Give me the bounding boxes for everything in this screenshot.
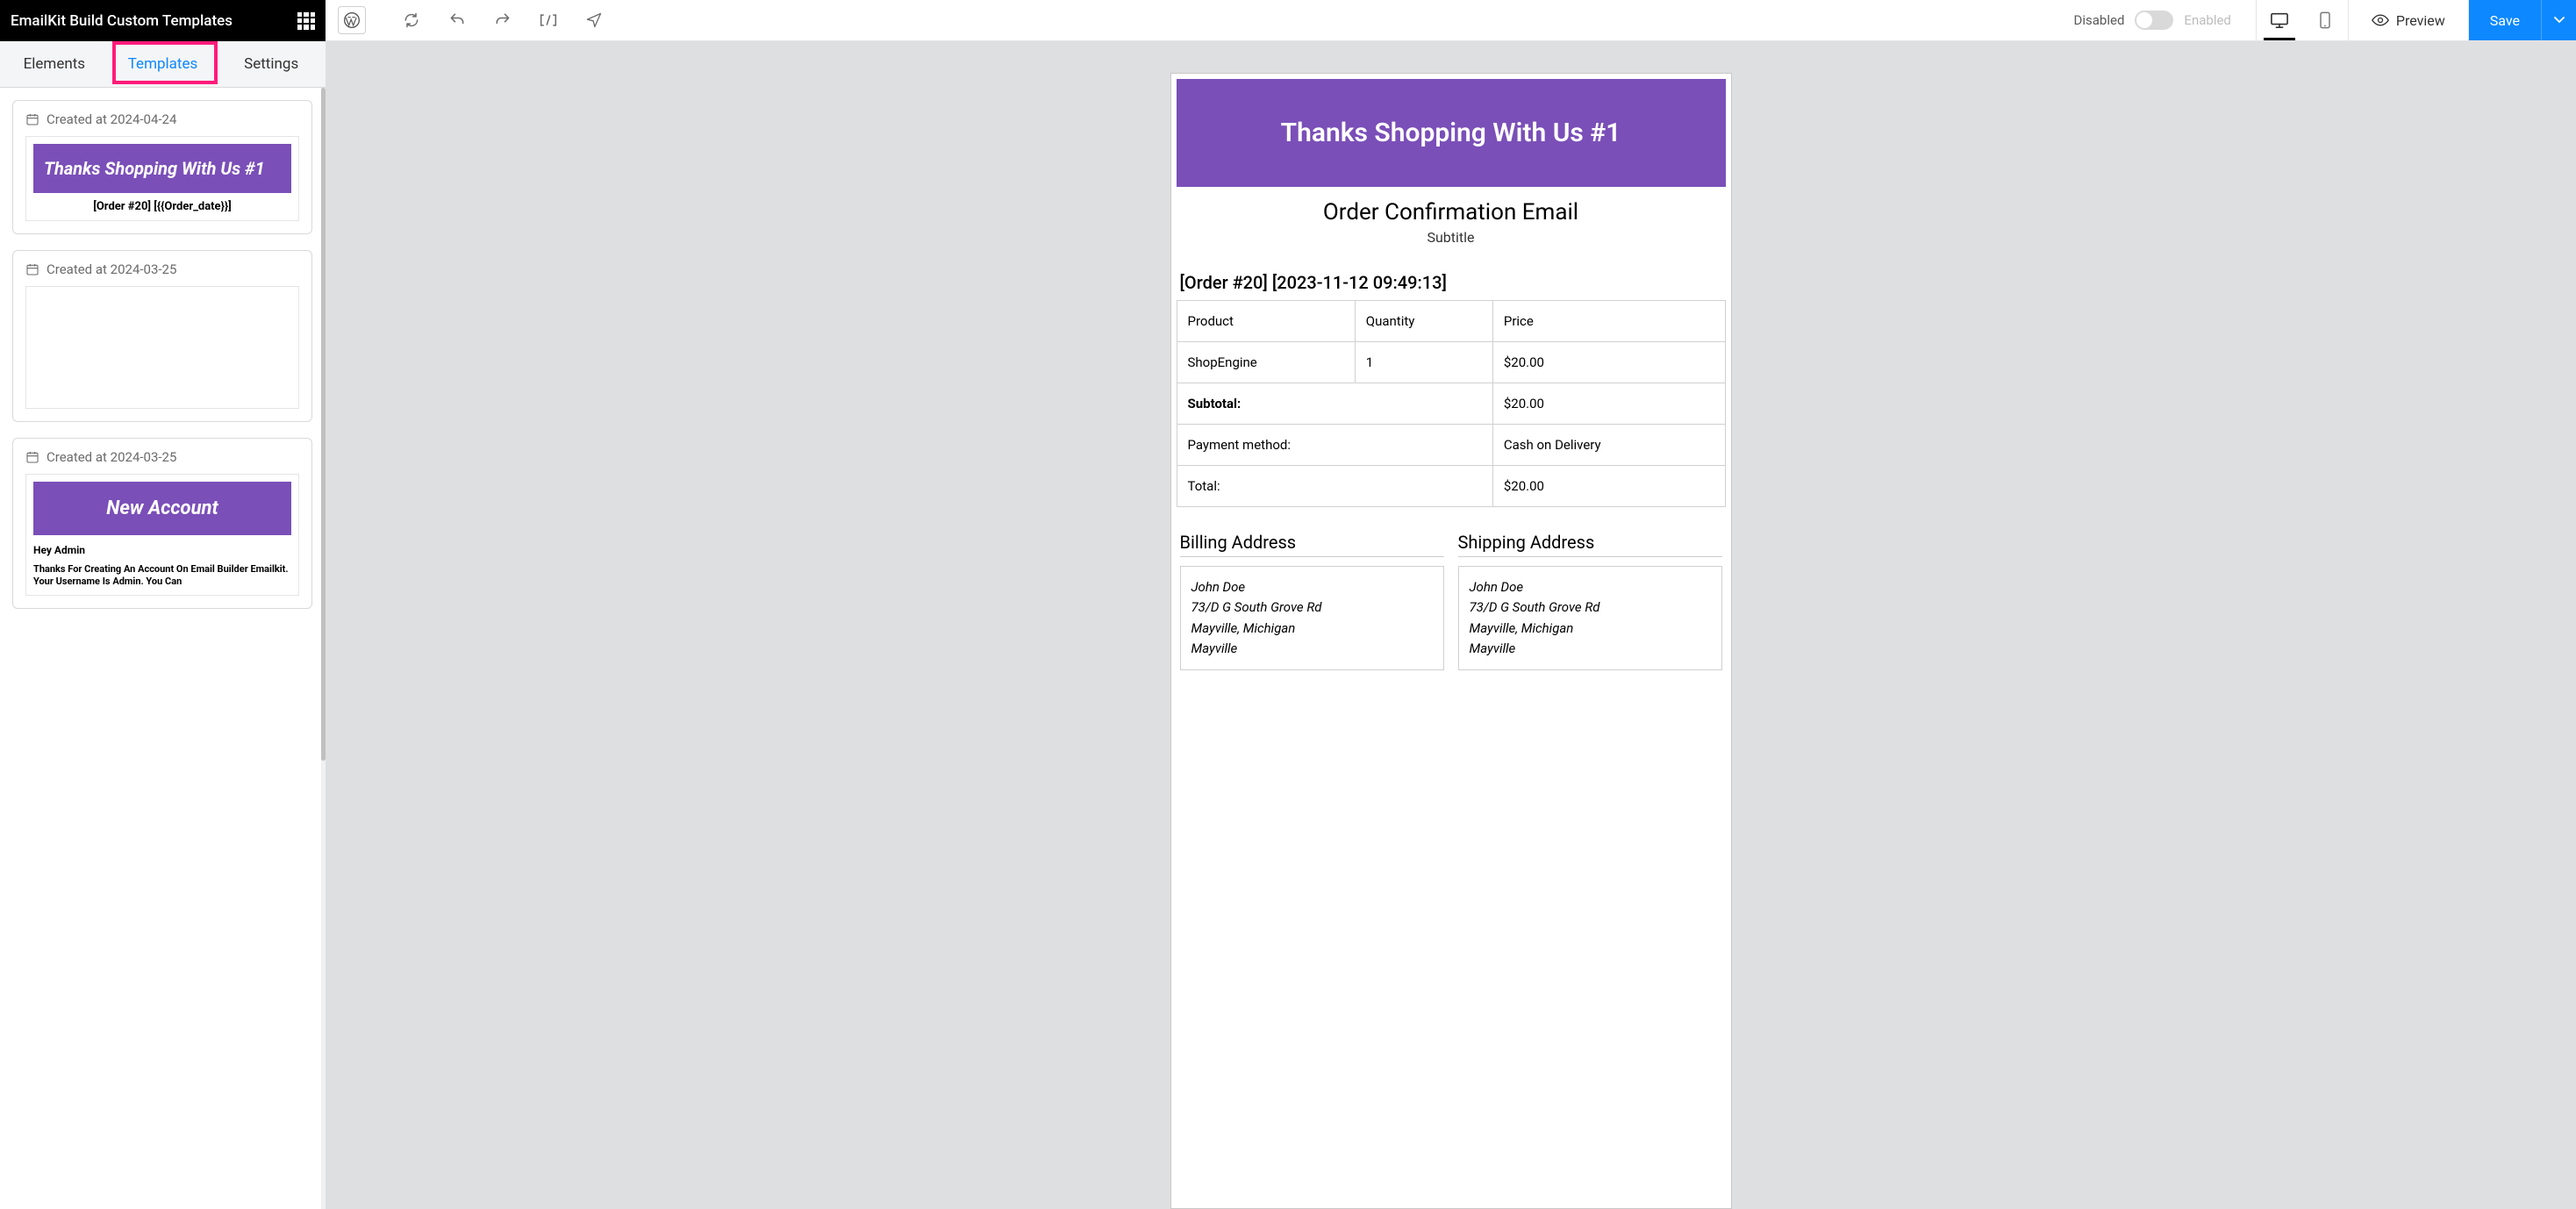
redo-icon xyxy=(494,11,512,29)
template-thumbnail: Thanks Shopping With Us #1 [Order #20] [… xyxy=(25,136,299,221)
email-hero-title: Thanks Shopping With Us #1 xyxy=(1185,118,1717,148)
table-row: ShopEngine 1 $20.00 xyxy=(1177,342,1725,383)
table-row: Total: $20.00 xyxy=(1177,466,1725,507)
desktop-icon xyxy=(2270,11,2289,29)
email-preview[interactable]: Thanks Shopping With Us #1 Order Confirm… xyxy=(1170,73,1732,1209)
table-row: Product Quantity Price xyxy=(1177,301,1725,342)
canvas[interactable]: Thanks Shopping With Us #1 Order Confirm… xyxy=(326,41,2576,1209)
toggle-disabled-label: Disabled xyxy=(2074,12,2125,28)
mobile-icon xyxy=(2319,11,2331,29)
toggle-enabled-label: Enabled xyxy=(2184,12,2230,28)
thumb-hero: Thanks Shopping With Us #1 xyxy=(33,144,291,193)
calendar-icon xyxy=(25,112,39,126)
col-quantity: Quantity xyxy=(1355,301,1492,342)
wordpress-icon xyxy=(343,11,361,29)
template-thumbnail xyxy=(25,286,299,409)
chevron-down-icon xyxy=(2554,17,2565,24)
undo-icon xyxy=(448,11,466,29)
undo-button[interactable] xyxy=(447,10,468,31)
cell-subtotal-val: $20.00 xyxy=(1492,383,1725,425)
redo-button[interactable] xyxy=(492,10,513,31)
tab-settings[interactable]: Settings xyxy=(217,41,326,87)
save-button[interactable]: Save xyxy=(2469,0,2541,40)
email-subtitle: Subtitle xyxy=(1177,229,1726,246)
cell-total-label: Total: xyxy=(1177,466,1492,507)
cell-payment-val: Cash on Delivery xyxy=(1492,425,1725,466)
tab-elements[interactable]: Elements xyxy=(0,41,109,87)
save-dropdown-button[interactable] xyxy=(2541,0,2576,40)
thumb-body: Hey Admin Thanks For Creating An Account… xyxy=(33,544,291,588)
thumb-hero: New Account xyxy=(33,482,291,535)
order-line: [Order #20] [2023-11-12 09:49:13] xyxy=(1177,272,1726,293)
shortcode-icon xyxy=(538,11,559,29)
thumb-sub: [Order #20] [{{Order_date}}] xyxy=(33,200,291,213)
billing-address: John Doe 73/D G South Grove Rd Mayville,… xyxy=(1180,566,1444,670)
mobile-view-button[interactable] xyxy=(2302,0,2348,40)
wordpress-button[interactable] xyxy=(338,6,366,34)
brand-bar: EmailKit Build Custom Templates xyxy=(0,0,326,41)
template-meta: Created at 2024-04-24 xyxy=(47,111,176,127)
refresh-button[interactable] xyxy=(401,10,422,31)
refresh-icon xyxy=(403,11,420,29)
billing-title: Billing Address xyxy=(1180,532,1444,557)
desktop-view-button[interactable] xyxy=(2257,0,2302,40)
top-toolbar: Disabled Enabled Preview Save xyxy=(326,0,2576,41)
cell-product: ShopEngine xyxy=(1177,342,1355,383)
template-card[interactable]: Created at 2024-03-25 New Account Hey Ad… xyxy=(12,438,312,609)
table-row: Payment method: Cash on Delivery xyxy=(1177,425,1725,466)
cell-qty: 1 xyxy=(1355,342,1492,383)
shipping-title: Shipping Address xyxy=(1458,532,1722,557)
billing-column: Billing Address John Doe 73/D G South Gr… xyxy=(1180,532,1444,670)
enable-toggle[interactable] xyxy=(2135,11,2173,30)
tab-templates[interactable]: Templates xyxy=(109,41,218,87)
preview-label: Preview xyxy=(2396,12,2445,29)
eye-icon xyxy=(2372,14,2389,26)
template-meta: Created at 2024-03-25 xyxy=(47,449,176,465)
col-price: Price xyxy=(1492,301,1725,342)
toolbar-icons xyxy=(401,10,605,31)
send-button[interactable] xyxy=(583,10,605,31)
template-thumbnail: New Account Hey Admin Thanks For Creatin… xyxy=(25,474,299,596)
table-row: Subtotal: $20.00 xyxy=(1177,383,1725,425)
sidebar-tabs: Elements Templates Settings xyxy=(0,41,326,88)
shortcode-button[interactable] xyxy=(538,10,559,31)
col-product: Product xyxy=(1177,301,1355,342)
cell-subtotal-label: Subtotal: xyxy=(1177,383,1492,425)
template-card[interactable]: Created at 2024-03-25 xyxy=(12,250,312,422)
cell-price: $20.00 xyxy=(1492,342,1725,383)
shipping-address: John Doe 73/D G South Grove Rd Mayville,… xyxy=(1458,566,1722,670)
cell-payment-label: Payment method: xyxy=(1177,425,1492,466)
send-icon xyxy=(585,11,603,29)
apps-grid-icon[interactable] xyxy=(297,12,315,30)
device-switcher xyxy=(2256,0,2349,40)
preview-button[interactable]: Preview xyxy=(2349,0,2469,40)
app-title: EmailKit Build Custom Templates xyxy=(11,12,233,30)
address-row: Billing Address John Doe 73/D G South Gr… xyxy=(1177,532,1726,679)
template-meta: Created at 2024-03-25 xyxy=(47,261,176,277)
calendar-icon xyxy=(25,262,39,276)
email-heading: Order Confirmation Email xyxy=(1177,199,1726,225)
templates-list: Created at 2024-04-24 Thanks Shopping Wi… xyxy=(0,88,326,1209)
template-card[interactable]: Created at 2024-04-24 Thanks Shopping Wi… xyxy=(12,100,312,234)
shipping-column: Shipping Address John Doe 73/D G South G… xyxy=(1458,532,1722,670)
order-table: Product Quantity Price ShopEngine 1 $20.… xyxy=(1177,300,1726,507)
enable-toggle-group: Disabled Enabled xyxy=(2074,11,2231,30)
calendar-icon xyxy=(25,450,39,464)
email-hero: Thanks Shopping With Us #1 xyxy=(1177,79,1726,187)
cell-total-val: $20.00 xyxy=(1492,466,1725,507)
